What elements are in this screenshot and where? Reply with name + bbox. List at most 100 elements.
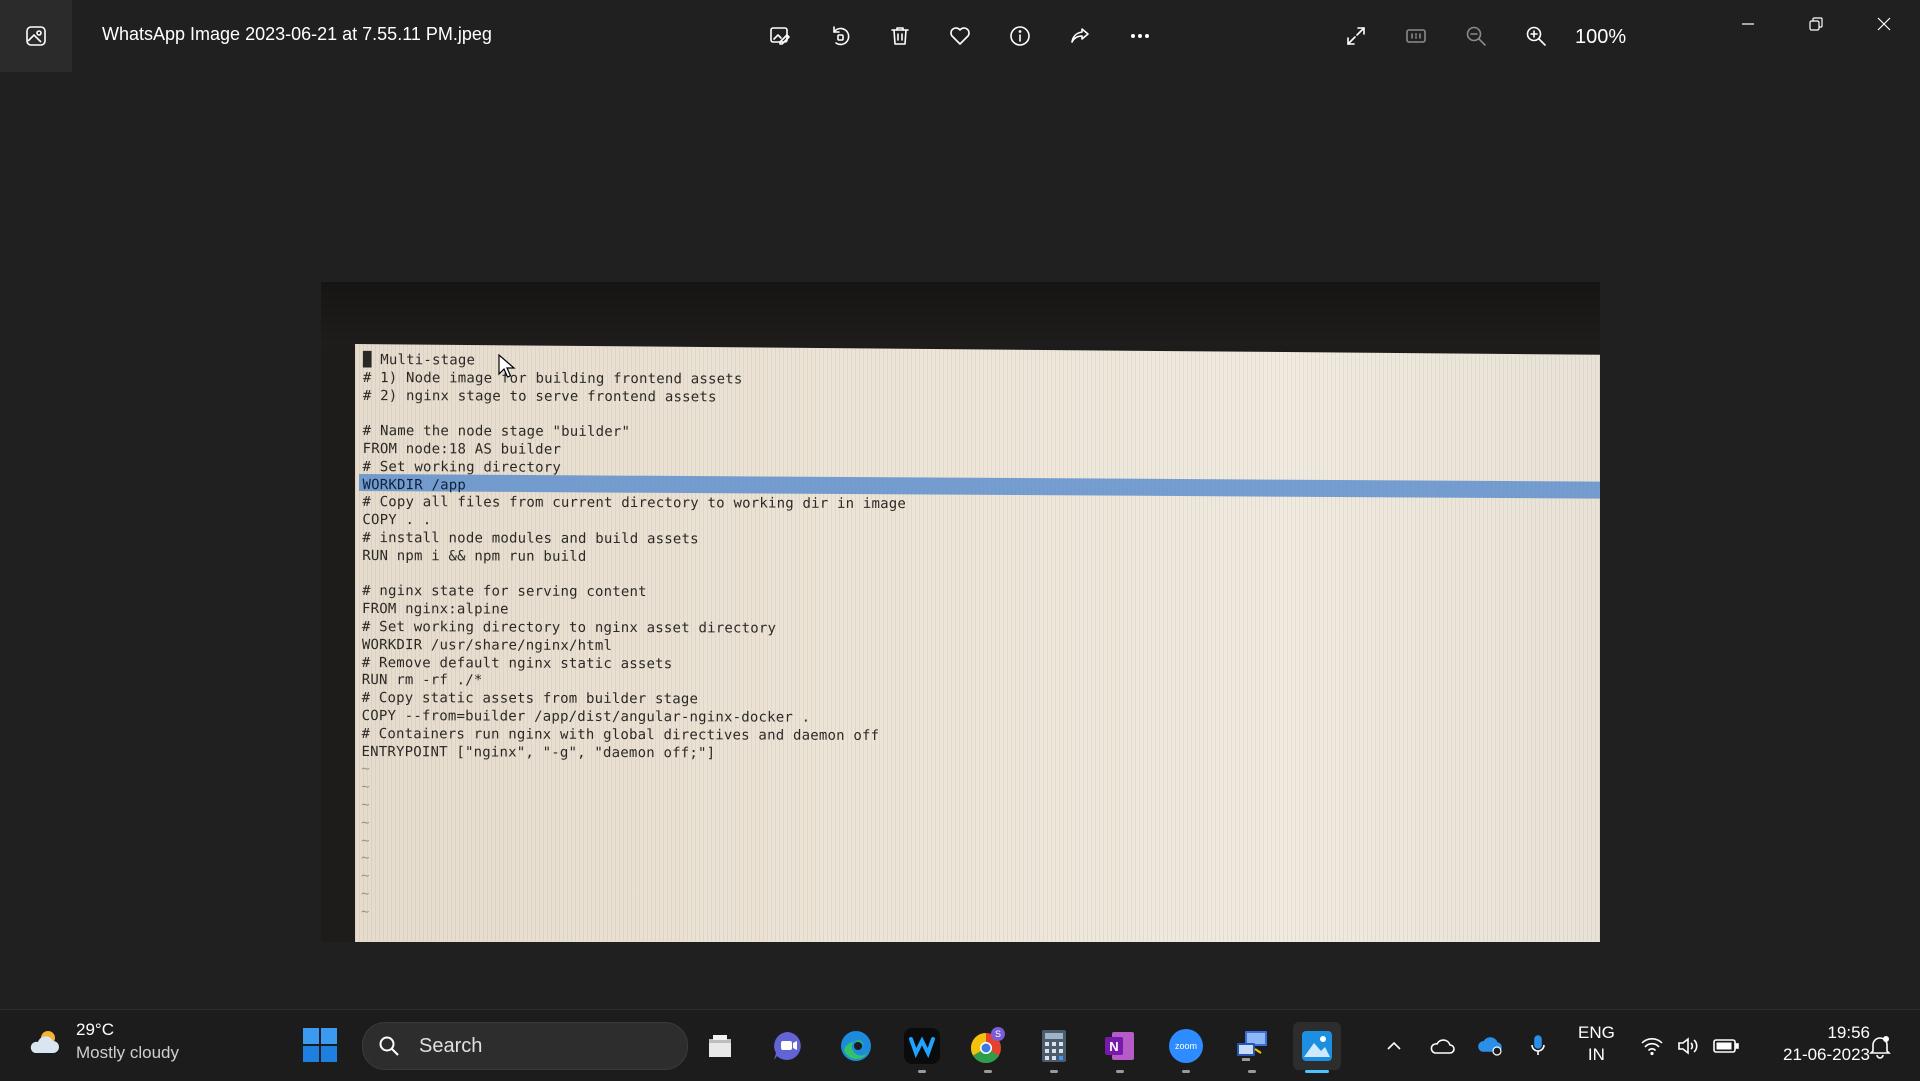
- weather-condition: Mostly cloudy: [76, 1043, 179, 1062]
- file-name-title: WhatsApp Image 2023-06-21 at 7.55.11 PM.…: [102, 24, 492, 44]
- code-line: RUN npm i && npm run build: [362, 547, 587, 565]
- code-line: FROM nginx:alpine: [361, 601, 509, 618]
- more-icon[interactable]: [1120, 16, 1160, 56]
- fullscreen-icon[interactable]: [1336, 16, 1376, 56]
- photographed-terminal-screen: █ Multi-stage # 1) Node image for buildin…: [355, 344, 1600, 942]
- zoom-out-icon[interactable]: [1456, 16, 1496, 56]
- code-line: # 2) nginx stage to serve frontend asset…: [362, 387, 717, 405]
- notification-bell-icon[interactable]: [1866, 1032, 1894, 1060]
- code-line: RUN rm -rf ./*: [361, 672, 483, 689]
- onenote-icon: N: [1105, 1032, 1134, 1060]
- webex-icon: [904, 1028, 940, 1064]
- rotate-icon[interactable]: [820, 16, 860, 56]
- code-line: ~: [361, 761, 371, 778]
- taskbar-teams[interactable]: [764, 1022, 812, 1070]
- code-line: # Name the node stage "builder": [362, 423, 631, 441]
- chrome-icon: S: [970, 1027, 1005, 1064]
- code-line: ~: [360, 903, 370, 920]
- taskbar-webex[interactable]: [898, 1022, 946, 1073]
- mouse-cursor-icon: [498, 354, 516, 378]
- taskbar-photos[interactable]: [1293, 1022, 1341, 1073]
- code-line: WORKDIR /app: [362, 476, 467, 493]
- code-line: # Set working directory to nginx asset d…: [361, 618, 777, 637]
- taskbar-remote-desktop[interactable]: [1228, 1022, 1276, 1073]
- zoom-app-label: zoom: [1175, 1041, 1197, 1051]
- weather-temperature: 29°C: [76, 1020, 114, 1039]
- search-input[interactable]: [417, 1033, 661, 1059]
- edge-icon: [841, 1031, 871, 1061]
- code-line: # nginx state for serving content: [362, 583, 647, 601]
- code-line: # Copy all files from current directory …: [362, 494, 907, 513]
- code-line: ~: [360, 885, 370, 902]
- volume-icon[interactable]: [1674, 1032, 1702, 1060]
- show-hidden-icons-chevron-icon[interactable]: [1380, 1032, 1408, 1060]
- weather-widget[interactable]: 29°C Mostly cloudy: [26, 1020, 179, 1063]
- language-code: ENG: [1578, 1023, 1615, 1042]
- code-line: ~: [361, 832, 370, 849]
- code-line: # Set working directory: [362, 458, 562, 476]
- taskbar-calculator[interactable]: [1030, 1022, 1078, 1073]
- svg-text:S: S: [995, 1029, 1001, 1039]
- svg-text:N: N: [1109, 1039, 1118, 1054]
- onedrive-icon[interactable]: [1428, 1032, 1456, 1060]
- taskbar-file-explorer[interactable]: [696, 1022, 744, 1070]
- clock-time: 19:56: [1827, 1023, 1870, 1042]
- file-explorer-icon: [709, 1035, 731, 1057]
- taskbar-zoom[interactable]: zoom: [1162, 1022, 1210, 1073]
- info-icon[interactable]: [1000, 16, 1040, 56]
- photos-icon: [1302, 1031, 1332, 1061]
- code-line: ENTRYPOINT ["nginx", "-g", "daemon off;"…: [361, 743, 716, 761]
- zoom-in-icon[interactable]: [1516, 16, 1556, 56]
- code-line: █ Multi-stage: [362, 352, 476, 369]
- photo-dark-border: [321, 282, 1600, 346]
- language-indicator[interactable]: ENG IN: [1578, 1022, 1615, 1066]
- code-line: ~: [361, 814, 370, 831]
- wifi-icon[interactable]: [1638, 1032, 1666, 1060]
- windows-start-icon[interactable]: [302, 1027, 338, 1063]
- edit-image-icon[interactable]: [760, 16, 800, 56]
- code-line: FROM node:18 AS builder: [362, 440, 562, 458]
- code-line: # 1) Node image for building frontend as…: [362, 369, 743, 388]
- taskbar-onenote[interactable]: N: [1096, 1022, 1144, 1073]
- minimize-button[interactable]: [1714, 0, 1782, 48]
- code-line: ~: [361, 796, 370, 813]
- image-viewer[interactable]: █ Multi-stage # 1) Node image for buildin…: [0, 72, 1920, 1009]
- remote-desktop-icon: [1237, 1031, 1267, 1061]
- close-button[interactable]: [1850, 0, 1918, 48]
- favorite-icon[interactable]: [940, 16, 980, 56]
- zoom-level[interactable]: 100%: [1575, 26, 1626, 49]
- clock-date: 21-06-2023: [1783, 1045, 1870, 1064]
- share-icon[interactable]: [1060, 16, 1100, 56]
- cloudy-weather-icon: [30, 1030, 59, 1053]
- code-line: COPY . .: [362, 512, 432, 529]
- title-bar: WhatsApp Image 2023-06-21 at 7.55.11 PM.…: [0, 0, 1920, 72]
- taskbar-chrome[interactable]: S: [964, 1022, 1012, 1073]
- code-line: ~: [361, 850, 370, 867]
- search-icon: [379, 1036, 399, 1056]
- taskbar-edge[interactable]: [832, 1022, 880, 1070]
- code-line: # Remove default nginx static assets: [361, 654, 673, 672]
- taskbar: 29°C Mostly cloudy Search S N zoom ENG I…: [0, 1009, 1920, 1081]
- clock[interactable]: 19:56 21-06-2023: [1760, 1022, 1870, 1066]
- displayed-photo[interactable]: █ Multi-stage # 1) Node image for buildin…: [321, 282, 1600, 942]
- onedrive-sync-icon[interactable]: [1476, 1032, 1504, 1060]
- zoom-icon: zoom: [1169, 1029, 1203, 1063]
- language-region: IN: [1587, 1045, 1605, 1064]
- code-line: ~: [361, 779, 371, 796]
- actual-size-icon[interactable]: [1396, 16, 1436, 56]
- microphone-icon[interactable]: [1524, 1032, 1552, 1060]
- taskbar-search[interactable]: [362, 1022, 688, 1070]
- code-line: WORKDIR /usr/share/nginx/html: [361, 636, 613, 654]
- photos-app-icon[interactable]: [0, 0, 72, 72]
- delete-icon[interactable]: [880, 16, 920, 56]
- calculator-icon: [1042, 1030, 1066, 1062]
- battery-icon[interactable]: [1712, 1032, 1740, 1060]
- code-line: # Copy static assets from builder stage: [361, 690, 699, 708]
- restore-button[interactable]: [1782, 0, 1850, 48]
- code-line: # install node modules and build assets: [362, 529, 699, 548]
- dockerfile-code: █ Multi-stage # 1) Node image for buildin…: [361, 352, 907, 924]
- code-line: # Containers run nginx with global direc…: [361, 725, 880, 744]
- code-line: ~: [360, 868, 370, 885]
